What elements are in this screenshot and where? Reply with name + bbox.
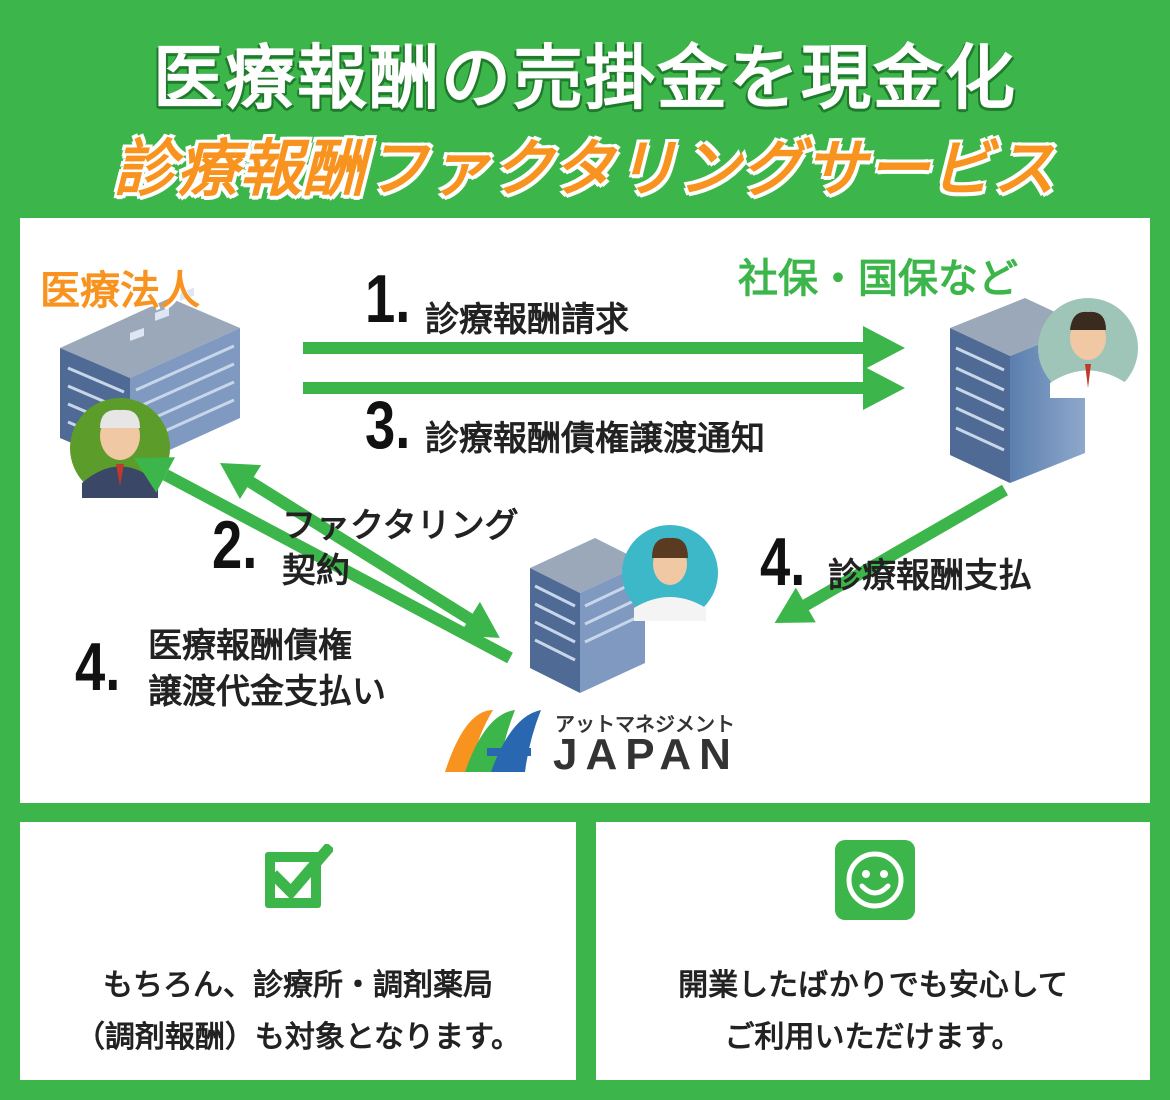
smiley-icon <box>835 840 915 920</box>
step4-transfer-text-line2: 譲渡代金支払い <box>148 672 386 712</box>
logo-maintext: JAPAN <box>553 730 739 779</box>
step2-number: 2. <box>212 507 258 583</box>
step4-transfer-text-line1: 医療報酬債権 <box>148 626 352 666</box>
businessman-avatar <box>1038 298 1138 398</box>
feature-card-clinic-line1: もちろん、診療所・調剤薬局 <box>103 968 493 1003</box>
step1-number: 1. <box>365 261 411 337</box>
feature-card-clinic-line2: （調剤報酬）も対象となります。 <box>74 1020 522 1055</box>
step2-text-line1: ファクタリング <box>282 506 519 546</box>
staff-avatar <box>622 525 718 621</box>
medical-corporation-label: 医療法人 <box>40 268 200 314</box>
atmanagement-logo-icon <box>445 710 541 772</box>
step4-payment-number: 4. <box>760 524 806 600</box>
step2-text-line2: 契約 <box>282 551 350 591</box>
step1-text: 診療報酬請求 <box>425 300 629 340</box>
flow-diagram-panel: 医療法人 社保・国保など 1. 診療報酬請求 3. 診療報酬債権譲渡通知 2. … <box>20 218 1150 803</box>
page-subtitle: 診療報酬ファクタリングサービス <box>113 132 1057 205</box>
feature-card-newbusiness-line2: ご利用いただけます。 <box>724 1020 1022 1055</box>
step3-text: 診療報酬債権譲渡通知 <box>425 419 765 459</box>
feature-card-newbusiness-line1: 開業したばかりでも安心して <box>678 968 1068 1003</box>
feature-card-clinic: もちろん、診療所・調剤薬局 （調剤報酬）も対象となります。 <box>20 822 576 1080</box>
page-title: 医療報酬の売掛金を現金化 <box>153 37 1017 119</box>
checkbox-icon <box>265 844 333 908</box>
feature-card-clinic-text: もちろん、診療所・調剤薬局 （調剤報酬）も対象となります。 <box>20 960 576 1064</box>
step3-number: 3. <box>365 387 411 463</box>
step4-transfer-number: 4. <box>75 629 121 705</box>
insurance-label: 社保・国保など <box>738 256 1018 302</box>
feature-card-newbusiness-text: 開業したばかりでも安心して ご利用いただけます。 <box>596 960 1150 1064</box>
step4-payment-text: 診療報酬支払 <box>828 556 1032 596</box>
feature-card-newbusiness: 開業したばかりでも安心して ご利用いただけます。 <box>596 822 1150 1080</box>
